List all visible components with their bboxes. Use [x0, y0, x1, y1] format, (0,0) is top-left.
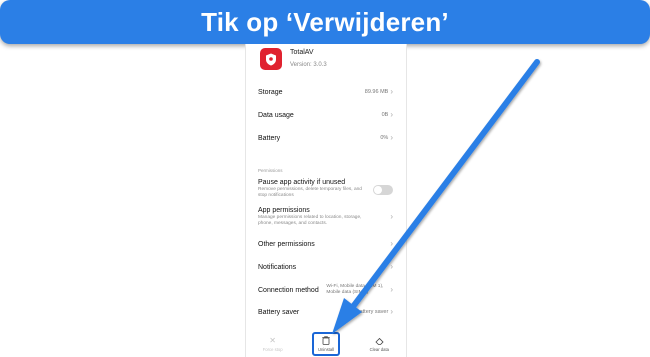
battery-value: 0%: [380, 135, 389, 141]
eraser-icon: [375, 337, 384, 345]
uninstall-highlight[interactable]: Uninstall: [311, 332, 341, 356]
chevron-right-icon: ›: [390, 110, 393, 119]
app-permissions-title: App permissions: [258, 207, 310, 214]
chevron-right-icon: ›: [390, 285, 393, 294]
app-name: TotalAV: [290, 49, 314, 56]
data-usage-value: 0B: [381, 112, 389, 118]
connection-method-value: Wi-Fi, Mobile data (SIM 1), Mobile data …: [326, 284, 384, 295]
clear-data-button[interactable]: Clear data: [361, 337, 397, 352]
clear-data-label: Clear data: [369, 346, 389, 352]
toggle-knob: [374, 186, 382, 194]
pause-app-activity-toggle[interactable]: [373, 185, 393, 195]
uninstall-label: Uninstall: [317, 347, 335, 352]
battery-label: Battery: [258, 134, 281, 142]
app-info-screen: TotalAV Version: 3.0.3 Storage 89.96 MB …: [245, 44, 407, 357]
data-usage-label: Data usage: [258, 111, 294, 119]
pause-app-activity-desc: Remove permissions, delete temporary fil…: [258, 187, 362, 198]
storage-value: 89.96 MB: [364, 89, 389, 95]
app-permissions-desc: Manage permissions related to location, …: [258, 215, 362, 226]
shield-icon: [260, 48, 282, 70]
chevron-right-icon: ›: [390, 262, 393, 271]
connection-method-label: Connection method: [258, 286, 319, 294]
chevron-right-icon: ›: [390, 212, 393, 221]
force-stop-button[interactable]: ✕ Force stop: [255, 336, 291, 352]
app-header: TotalAV Version: 3.0.3: [260, 48, 327, 70]
storage-label: Storage: [258, 88, 283, 96]
x-icon: ✕: [269, 336, 276, 345]
pause-app-activity-row[interactable]: Pause app activity if unused Remove perm…: [258, 179, 393, 199]
data-usage-row[interactable]: Data usage 0B ›: [258, 111, 393, 119]
app-version: Version: 3.0.3: [290, 62, 327, 68]
storage-row[interactable]: Storage 89.96 MB ›: [258, 88, 393, 96]
battery-saver-row[interactable]: Battery saver battery saver ›: [258, 308, 393, 316]
bottom-action-bar: ✕ Force stop Uninstall Clear data: [246, 331, 406, 357]
chevron-right-icon: ›: [390, 307, 393, 316]
pause-app-activity-title: Pause app activity if unused: [258, 179, 346, 186]
notifications-label: Notifications: [258, 263, 297, 271]
chevron-right-icon: ›: [390, 87, 393, 96]
force-stop-label: Force stop: [262, 347, 283, 352]
chevron-right-icon: ›: [390, 133, 393, 142]
app-permissions-row[interactable]: App permissions Manage permissions relat…: [258, 207, 393, 227]
instruction-banner: Tik op ‘Verwijderen’: [0, 0, 650, 44]
battery-saver-label: Battery saver: [258, 308, 300, 316]
permissions-section-label: Permissions: [258, 168, 283, 173]
chevron-right-icon: ›: [390, 239, 393, 248]
trash-icon: [322, 336, 330, 345]
other-permissions-row[interactable]: Other permissions ›: [258, 240, 393, 248]
battery-saver-value: battery saver: [356, 309, 389, 315]
instruction-text: Tik op ‘Verwijderen’: [201, 6, 449, 37]
notifications-row[interactable]: Notifications ›: [258, 263, 393, 271]
other-permissions-label: Other permissions: [258, 240, 315, 248]
uninstall-button[interactable]: Uninstall: [308, 332, 344, 356]
connection-method-row[interactable]: Connection method Wi-Fi, Mobile data (SI…: [258, 284, 393, 296]
battery-row[interactable]: Battery 0% ›: [258, 134, 393, 142]
